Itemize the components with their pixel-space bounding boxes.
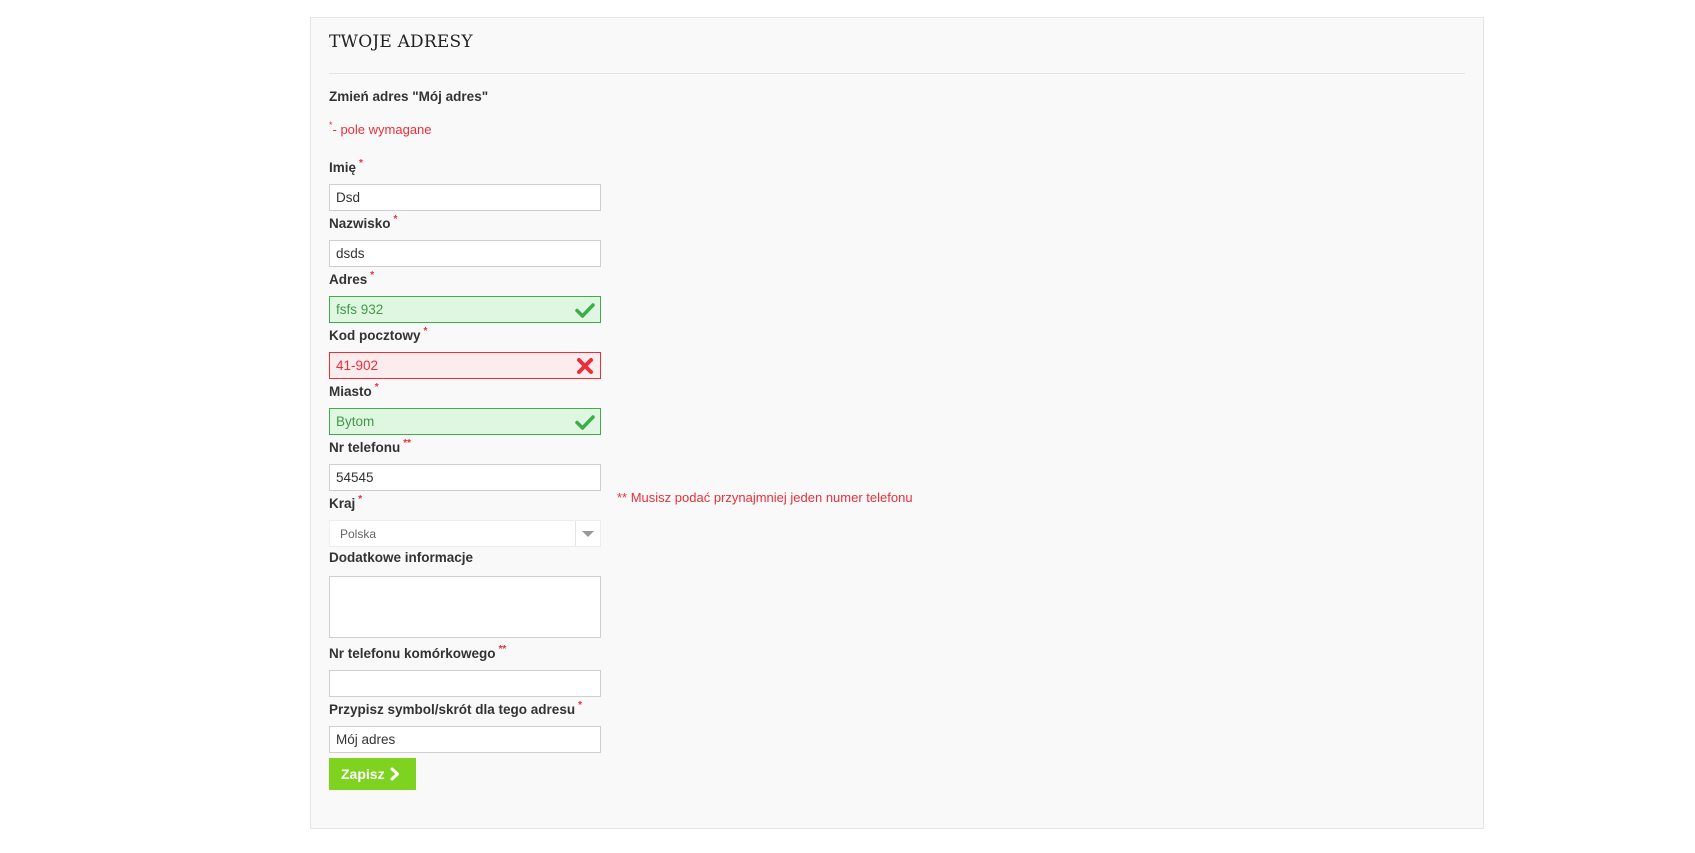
country-select-value: Polska bbox=[340, 527, 377, 541]
mobile-label-text: Nr telefonu komórkowego bbox=[329, 646, 496, 661]
phone-label: Nr telefonu ** bbox=[329, 438, 411, 455]
address-label-text: Adres bbox=[329, 272, 368, 287]
first-name-label: Imię * bbox=[329, 158, 363, 175]
country-label: Kraj * bbox=[329, 494, 362, 511]
mobile-input[interactable] bbox=[329, 670, 601, 697]
required-fields-note: *- pole wymagane bbox=[329, 120, 432, 137]
required-note-text: - pole wymagane bbox=[332, 122, 432, 137]
check-icon bbox=[575, 415, 595, 430]
cross-icon bbox=[577, 358, 593, 374]
country-label-text: Kraj bbox=[329, 496, 356, 511]
required-star: * bbox=[359, 158, 363, 169]
last-name-label: Nazwisko * bbox=[329, 214, 397, 231]
phone-label-text: Nr telefonu bbox=[329, 440, 401, 455]
last-name-label-text: Nazwisko bbox=[329, 216, 391, 231]
chevron-right-icon bbox=[390, 767, 399, 781]
required-star: * bbox=[370, 270, 375, 281]
title-divider bbox=[329, 73, 1465, 74]
mobile-label: Nr telefonu komórkowego ** bbox=[329, 644, 506, 661]
last-name-input[interactable] bbox=[329, 240, 601, 267]
check-icon bbox=[575, 303, 595, 318]
form-subtitle: Zmień adres "Mój adres" bbox=[329, 89, 489, 104]
alias-label: Przypisz symbol/skrót dla tego adresu * bbox=[329, 700, 582, 717]
first-name-input[interactable] bbox=[329, 184, 601, 211]
save-button-label: Zapisz bbox=[341, 766, 385, 782]
country-select[interactable]: Polska bbox=[329, 520, 601, 547]
address-form-panel: TWOJE ADRESY Zmień adres "Mój adres" *- … bbox=[310, 17, 1484, 829]
city-label-text: Miasto bbox=[329, 384, 372, 399]
required-star: * bbox=[358, 494, 363, 505]
city-label: Miasto * bbox=[329, 382, 379, 399]
alias-input[interactable] bbox=[329, 726, 601, 753]
page-title: TWOJE ADRESY bbox=[329, 32, 473, 52]
required-star: * bbox=[393, 214, 398, 225]
alias-label-text: Przypisz symbol/skrót dla tego adresu bbox=[329, 702, 576, 717]
required-star: * bbox=[578, 700, 582, 711]
other-info-textarea[interactable] bbox=[329, 576, 601, 638]
postcode-label-text: Kod pocztowy bbox=[329, 328, 421, 343]
required-star: * bbox=[374, 382, 379, 393]
phone-input[interactable] bbox=[329, 464, 601, 491]
address-input[interactable] bbox=[329, 296, 601, 323]
first-name-label-text: Imię bbox=[329, 160, 357, 175]
postcode-label: Kod pocztowy * bbox=[329, 326, 427, 343]
phone-error-message: ** Musisz podać przynajmniej jeden numer… bbox=[617, 490, 913, 505]
caret-down-icon[interactable] bbox=[575, 521, 600, 546]
save-button[interactable]: Zapisz bbox=[329, 758, 416, 790]
required-star: ** bbox=[403, 438, 412, 449]
address-label: Adres * bbox=[329, 270, 374, 287]
required-star: ** bbox=[498, 644, 507, 655]
other-info-label: Dodatkowe informacje bbox=[329, 550, 474, 565]
postcode-input[interactable] bbox=[329, 352, 601, 379]
required-star: * bbox=[423, 326, 428, 337]
city-input[interactable] bbox=[329, 408, 601, 435]
